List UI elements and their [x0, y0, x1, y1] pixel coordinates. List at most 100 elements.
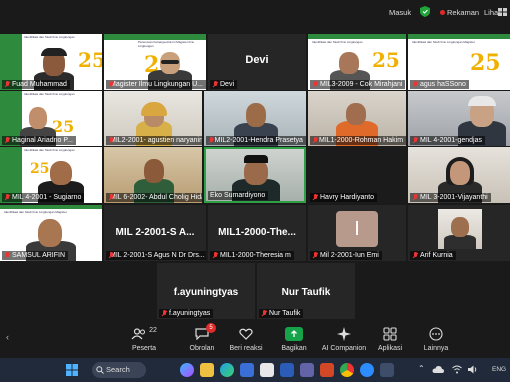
video-tile-haginal[interactable]: Identifikasi dan Studi Ilmu Lingkungan 2… [0, 91, 102, 146]
participant-name-text: f.ayuningtyas [169, 310, 211, 317]
video-tile-fuad[interactable]: 25 Identifikasi dan Studi Ilmu Lingkunga… [0, 34, 102, 90]
file-explorer-icon[interactable] [200, 363, 214, 377]
video-tile-ayuningtyas[interactable]: f.ayuningtyas f.ayuningtyas [157, 263, 255, 319]
participant-name-text: MIL1-2000-Theresia m [220, 252, 291, 259]
participant-name-text: MIL2-2001- agustien naryaning... [110, 137, 202, 144]
meeting-top-bar: Masuk Rekaman Lihat [0, 0, 510, 26]
participant-name-text: Devi [220, 81, 235, 88]
video-tile-hendra[interactable]: MIL2-2001-Hendra Prasetya [204, 91, 306, 146]
recording-dot-icon [440, 10, 445, 15]
participant-name: MIL 3-2001-Vijayanthi [410, 193, 491, 202]
participant-name-text: agus haSSono [420, 81, 466, 88]
participant-name: MIL1-2000-Theresia m [210, 251, 294, 260]
cloud-icon[interactable] [432, 365, 444, 374]
store-icon[interactable] [240, 363, 254, 377]
shield-icon[interactable] [420, 6, 430, 17]
participant-big-name: f.ayuningtyas [173, 287, 239, 298]
video-tile-rohman[interactable]: MIL1-2000-Rohman Hakim [308, 91, 406, 146]
video-tile-devi[interactable]: Devi Devi [208, 34, 306, 90]
participant-name-text: Nur Taufik [269, 310, 301, 317]
participant-name: MIL1-2000-Rohman Hakim [310, 136, 406, 145]
participant-name: MIL3-2009 - Cok Mirahjani [310, 80, 406, 89]
participant-name-text: Eko Sumardiyono [210, 192, 266, 199]
mic-muted-icon [312, 252, 318, 259]
participant-name-text: Magister Ilmu Lingkungan U... [110, 81, 203, 88]
chrome-icon[interactable] [340, 363, 354, 377]
participant-big-name: MIL1-2000-The... [218, 227, 296, 238]
sign-in-link[interactable]: Masuk [389, 8, 411, 17]
app-icon[interactable] [380, 363, 394, 377]
mic-muted-icon [412, 137, 418, 144]
participant-name: MIL 6-2002- Abdul Cholig Hida... [106, 193, 202, 202]
media-icon[interactable] [260, 363, 274, 377]
video-tile-agustien[interactable]: MIL2-2001- agustien naryaning... [104, 91, 202, 146]
powerpoint-icon[interactable] [320, 363, 334, 377]
participant-name-text: Haginal Ariadno P... [12, 137, 73, 144]
video-tile-sugiarno[interactable]: Identifikasi dan Studi Ilmu Lingkungan 2… [0, 147, 102, 203]
participant-name: Arif Kurnia [410, 251, 456, 260]
video-tile-eko-active-speaker[interactable]: Eko Sumardiyono [204, 147, 306, 203]
people-icon [131, 328, 146, 340]
participants-label: Peserta [131, 345, 157, 352]
participant-name-text: MIL 6-2002- Abdul Cholig Hida... [110, 194, 202, 201]
participant-name-text: MIL 2-2001-S Agus N Dr Drs... [110, 252, 205, 259]
participant-name: Devi [210, 80, 238, 89]
more-label: Lainnya [423, 345, 449, 352]
tray-chevron-icon[interactable]: ⌃ [418, 364, 425, 373]
participant-name-text: SAMSUL ARIFIN [12, 252, 66, 259]
teams-icon[interactable] [300, 363, 314, 377]
video-tile-s-agus[interactable]: MIL 2-2001-S A... MIL 2-2001-S Agus N Dr… [104, 205, 206, 261]
video-tile-havry[interactable]: Havry Hardiyanto [308, 147, 406, 203]
grid-view-icon[interactable] [498, 8, 507, 16]
video-tile-cok[interactable]: Identifikasi dan Studi Ilmu Lingkungan 2… [308, 34, 406, 90]
volume-icon[interactable] [468, 365, 478, 374]
mic-muted-icon [4, 137, 10, 144]
video-tile-magister[interactable]: Pertemuan Keluarga Alumni Magister Ilmu … [104, 34, 206, 90]
video-tile-arif[interactable]: Arif Kurnia [408, 205, 510, 261]
word-icon[interactable] [280, 363, 294, 377]
participant-name-text: Mil 2-2001-Iun Emi [320, 252, 379, 259]
participant-name: Mil 2-2001-Iun Emi [310, 251, 382, 260]
wifi-icon[interactable] [452, 365, 462, 374]
video-tile-vijayanthi[interactable]: MIL 3-2001-Vijayanthi [408, 147, 510, 203]
participant-name-text: MIL 4-2001 - Sugiarno [12, 194, 82, 201]
recording-label[interactable]: Rekaman [447, 8, 479, 17]
video-tile-samsul[interactable]: Identifikasi dan Studi Ilmu Lingkungan M… [0, 205, 102, 261]
participant-name-text: MIL 3-2001-Vijayanthi [420, 194, 488, 201]
participant-name-text: MIL2-2001-Hendra Prasetya [214, 137, 303, 144]
mic-muted-icon [4, 81, 10, 88]
participant-name-text: MIL1-2000-Rohman Hakim [318, 137, 404, 144]
participant-name-text: Fuad Muhammad [12, 81, 67, 88]
video-tile-iun-emi[interactable]: I Mil 2-2001-Iun Emi [308, 205, 406, 261]
mic-muted-icon [161, 310, 167, 317]
participant-name: Eko Sumardiyono [208, 191, 269, 200]
participant-name: MIL2-2001-Hendra Prasetya [206, 136, 306, 145]
edge-icon[interactable] [220, 363, 234, 377]
zoom-icon[interactable] [360, 363, 374, 377]
video-tile-theresia[interactable]: MIL1-2000-The... MIL1-2000-Theresia m [208, 205, 306, 261]
video-tile-abdul[interactable]: MIL 6-2002- Abdul Cholig Hida... [104, 147, 202, 203]
participant-big-name: Devi [245, 54, 269, 66]
participants-button[interactable]: 22 Peserta [114, 326, 174, 352]
toolbar-left-chevron[interactable]: ‹ [6, 332, 9, 342]
mic-muted-icon [208, 137, 213, 144]
copilot-icon[interactable] [180, 363, 194, 377]
video-tile-gendjas[interactable]: MIL 4-2001-gendjas [408, 91, 510, 146]
participant-name: agus haSSono [410, 80, 469, 89]
participant-name: Nur Taufik [259, 309, 304, 318]
participant-name: Fuad Muhammad [2, 80, 70, 89]
taskbar-search[interactable]: Search [92, 362, 146, 378]
video-tile-agus[interactable]: Identifikasi dan Studi Ilmu Lingkungan M… [408, 34, 510, 90]
participant-count: 22 [149, 326, 157, 334]
apps-icon [383, 327, 397, 341]
language-indicator[interactable]: ENG [492, 366, 506, 373]
participant-name-text: MIL3-2009 - Cok Mirahjani [320, 81, 403, 88]
video-tile-nur-taufik[interactable]: Nur Taufik Nur Taufik [257, 263, 355, 319]
participant-name: SAMSUL ARIFIN [2, 251, 69, 260]
more-button[interactable]: Lainnya [406, 326, 466, 352]
participant-name: Haginal Ariadno P... [2, 136, 76, 145]
windows-start-icon[interactable] [66, 364, 78, 376]
mic-muted-icon [261, 310, 267, 317]
search-icon [96, 366, 104, 374]
mic-muted-icon [412, 252, 418, 259]
